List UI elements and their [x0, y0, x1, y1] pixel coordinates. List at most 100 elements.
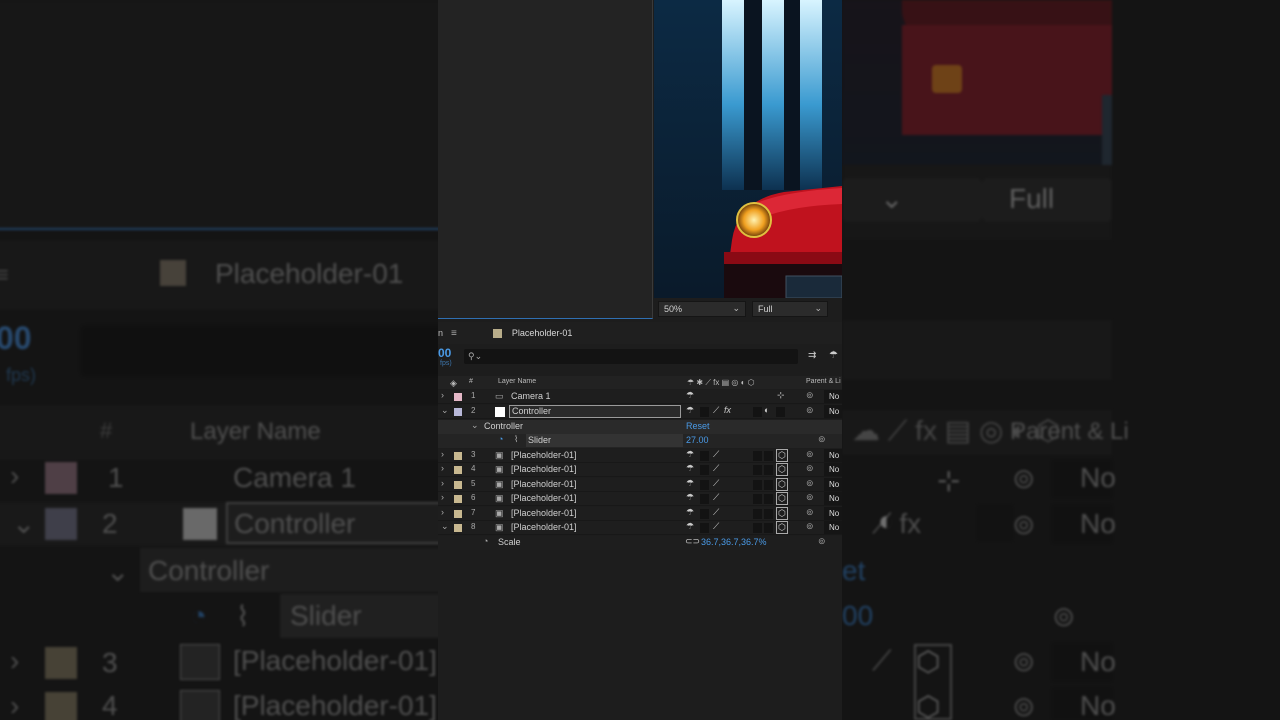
label-color[interactable]: [454, 408, 462, 416]
layer-search-input[interactable]: ⚲⌄: [464, 349, 798, 364]
pick-whip-icon[interactable]: ⊚: [818, 434, 826, 445]
3d-layer-icon[interactable]: ⬡: [776, 478, 788, 491]
pick-whip-icon[interactable]: ⊚: [806, 390, 814, 401]
footage-icon: ▣: [495, 450, 504, 460]
pick-whip-icon[interactable]: ⊚: [806, 492, 814, 503]
layer-row-2[interactable]: ⌄ 2 Controller ☂ ⟋ fx ◐ ⊚ No: [438, 405, 842, 419]
panel-menu-icon[interactable]: ≡: [451, 328, 457, 339]
pick-whip-icon[interactable]: ⊚: [806, 507, 814, 518]
label-color[interactable]: [454, 510, 462, 518]
layer-name[interactable]: [Placeholder-01]: [511, 522, 577, 532]
shy-switch-icon[interactable]: ☂: [686, 521, 694, 532]
shy-switch-icon[interactable]: ☂: [686, 463, 694, 474]
column-layer-name[interactable]: Layer Name: [498, 378, 536, 385]
3d-layer-icon[interactable]: ⬡: [776, 463, 788, 476]
scale-property[interactable]: ◔ Scale ⊂⊃ 36.7,36.7,36.7% ⊚: [438, 536, 842, 550]
quality-icon[interactable]: ⟋: [713, 405, 719, 416]
constrain-proportions-icon[interactable]: ⊂⊃: [685, 536, 700, 547]
3d-layer-icon[interactable]: ⬡: [776, 449, 788, 462]
layer-row-5[interactable]: › 5 ▣ [Placeholder-01] ☂ ⟋ ⬡ ⊚ No: [438, 478, 842, 492]
layer-row-1[interactable]: › 1 ▭ Camera 1 ☂ ⊹ ⊚ No: [438, 390, 842, 404]
3d-layer-icon[interactable]: ⬡: [776, 492, 788, 505]
layer-name[interactable]: Camera 1: [511, 391, 551, 401]
shy-switch-icon[interactable]: ☂: [686, 507, 694, 518]
twirl-closed-icon[interactable]: ›: [441, 449, 444, 459]
label-color[interactable]: [454, 452, 462, 460]
twirl-closed-icon[interactable]: ›: [441, 463, 444, 473]
layer-name[interactable]: [Placeholder-01]: [511, 479, 577, 489]
stopwatch-icon[interactable]: ◔: [483, 536, 488, 546]
quality-icon[interactable]: ⟋: [713, 478, 719, 489]
footage-icon: ▣: [495, 479, 504, 489]
label-color[interactable]: [454, 495, 462, 503]
pick-whip-icon[interactable]: ⊚: [806, 449, 814, 460]
composition-flowchart-icon[interactable]: ⇉: [808, 350, 816, 361]
parent-dropdown[interactable]: No: [824, 521, 842, 534]
parent-dropdown[interactable]: No: [824, 507, 842, 520]
3d-layer-icon[interactable]: ⬡: [776, 521, 788, 534]
layer-row-6[interactable]: › 6 ▣ [Placeholder-01] ☂ ⟋ ⬡ ⊚ No: [438, 492, 842, 506]
parent-dropdown[interactable]: No: [824, 463, 842, 476]
parent-dropdown[interactable]: No: [824, 390, 842, 403]
label-color[interactable]: [454, 466, 462, 474]
parent-dropdown[interactable]: No: [824, 492, 842, 505]
3d-layer-icon[interactable]: ⬡: [776, 507, 788, 520]
comp-color-swatch: [492, 328, 502, 338]
twirl-open-icon[interactable]: ⌄: [471, 420, 479, 431]
layer-name[interactable]: [Placeholder-01]: [511, 493, 577, 503]
parent-dropdown[interactable]: No: [824, 405, 842, 418]
label-color[interactable]: [454, 481, 462, 489]
layer-name[interactable]: [Placeholder-01]: [511, 464, 577, 474]
slider-property[interactable]: ◔ ⌇ Slider 27.00 ⊚: [438, 434, 842, 448]
shy-layers-icon[interactable]: ☂: [829, 350, 838, 361]
quality-icon[interactable]: ⟋: [713, 463, 719, 474]
twirl-open-icon[interactable]: ⌄: [441, 405, 449, 416]
twirl-closed-icon[interactable]: ›: [441, 478, 444, 488]
shy-switch-icon[interactable]: ☂: [686, 492, 694, 503]
layer-name-input[interactable]: Controller: [509, 405, 681, 418]
shy-switch-icon[interactable]: ☂: [686, 478, 694, 489]
layer-row-4[interactable]: › 4 ▣ [Placeholder-01] ☂ ⟋ ⬡ ⊚ No: [438, 463, 842, 477]
pick-whip-icon[interactable]: ⊚: [818, 536, 826, 547]
layer-row-3[interactable]: › 3 ▣ [Placeholder-01] ☂ ⟋ ⬡ ⊚ No: [438, 449, 842, 463]
twirl-open-icon[interactable]: ⌄: [441, 521, 449, 532]
pick-whip-icon[interactable]: ⊚: [806, 521, 814, 532]
quality-icon[interactable]: ⟋: [713, 449, 719, 460]
layer-name[interactable]: [Placeholder-01]: [511, 450, 577, 460]
twirl-closed-icon[interactable]: ›: [441, 507, 444, 517]
parent-dropdown[interactable]: No: [824, 449, 842, 462]
zoom-dropdown[interactable]: 50% ⌄: [658, 300, 746, 317]
label-tag-icon[interactable]: ◈: [450, 378, 457, 389]
column-parent[interactable]: Parent & Li: [806, 378, 841, 385]
timeline-tab[interactable]: n ≡ Placeholder-01: [438, 322, 842, 344]
pick-whip-icon[interactable]: ⊚: [806, 478, 814, 489]
effects-icon[interactable]: fx: [724, 405, 731, 415]
label-color[interactable]: [454, 524, 462, 532]
current-time[interactable]: 00: [438, 346, 451, 360]
stopwatch-icon[interactable]: ◔: [498, 434, 503, 444]
slider-value[interactable]: 27.00: [686, 435, 709, 445]
pick-whip-icon[interactable]: ⊚: [806, 405, 814, 416]
composition-viewer[interactable]: [654, 0, 842, 298]
shy-switch-icon[interactable]: ☂: [686, 390, 694, 401]
layer-row-8[interactable]: ⌄ 8 ▣ [Placeholder-01] ☂ ⟋ ⬡ ⊚ No: [438, 521, 842, 535]
adjustment-layer-icon[interactable]: ◐: [764, 405, 769, 415]
parent-dropdown[interactable]: No: [824, 478, 842, 491]
layer-name[interactable]: [Placeholder-01]: [511, 508, 577, 518]
pick-whip-icon[interactable]: ⊚: [806, 463, 814, 474]
effect-group-controller[interactable]: ⌄ Controller Reset: [438, 420, 842, 434]
quality-icon[interactable]: ⟋: [713, 521, 719, 532]
scale-value[interactable]: 36.7,36.7,36.7%: [701, 537, 767, 547]
shy-switch-icon[interactable]: ☂: [686, 449, 694, 460]
shy-switch-icon[interactable]: ☂: [686, 405, 694, 416]
label-color[interactable]: [454, 393, 462, 401]
reset-link[interactable]: Reset: [686, 421, 710, 431]
graph-icon[interactable]: ⌇: [514, 434, 518, 445]
resolution-dropdown[interactable]: Full ⌄: [752, 300, 828, 317]
twirl-closed-icon[interactable]: ›: [441, 492, 444, 502]
quality-icon[interactable]: ⟋: [713, 507, 719, 518]
twirl-closed-icon[interactable]: ›: [441, 390, 444, 400]
layer-row-7[interactable]: › 7 ▣ [Placeholder-01] ☂ ⟋ ⬡ ⊚ No: [438, 507, 842, 521]
quality-icon[interactable]: ⟋: [713, 492, 719, 503]
footage-icon: ▣: [495, 464, 504, 474]
